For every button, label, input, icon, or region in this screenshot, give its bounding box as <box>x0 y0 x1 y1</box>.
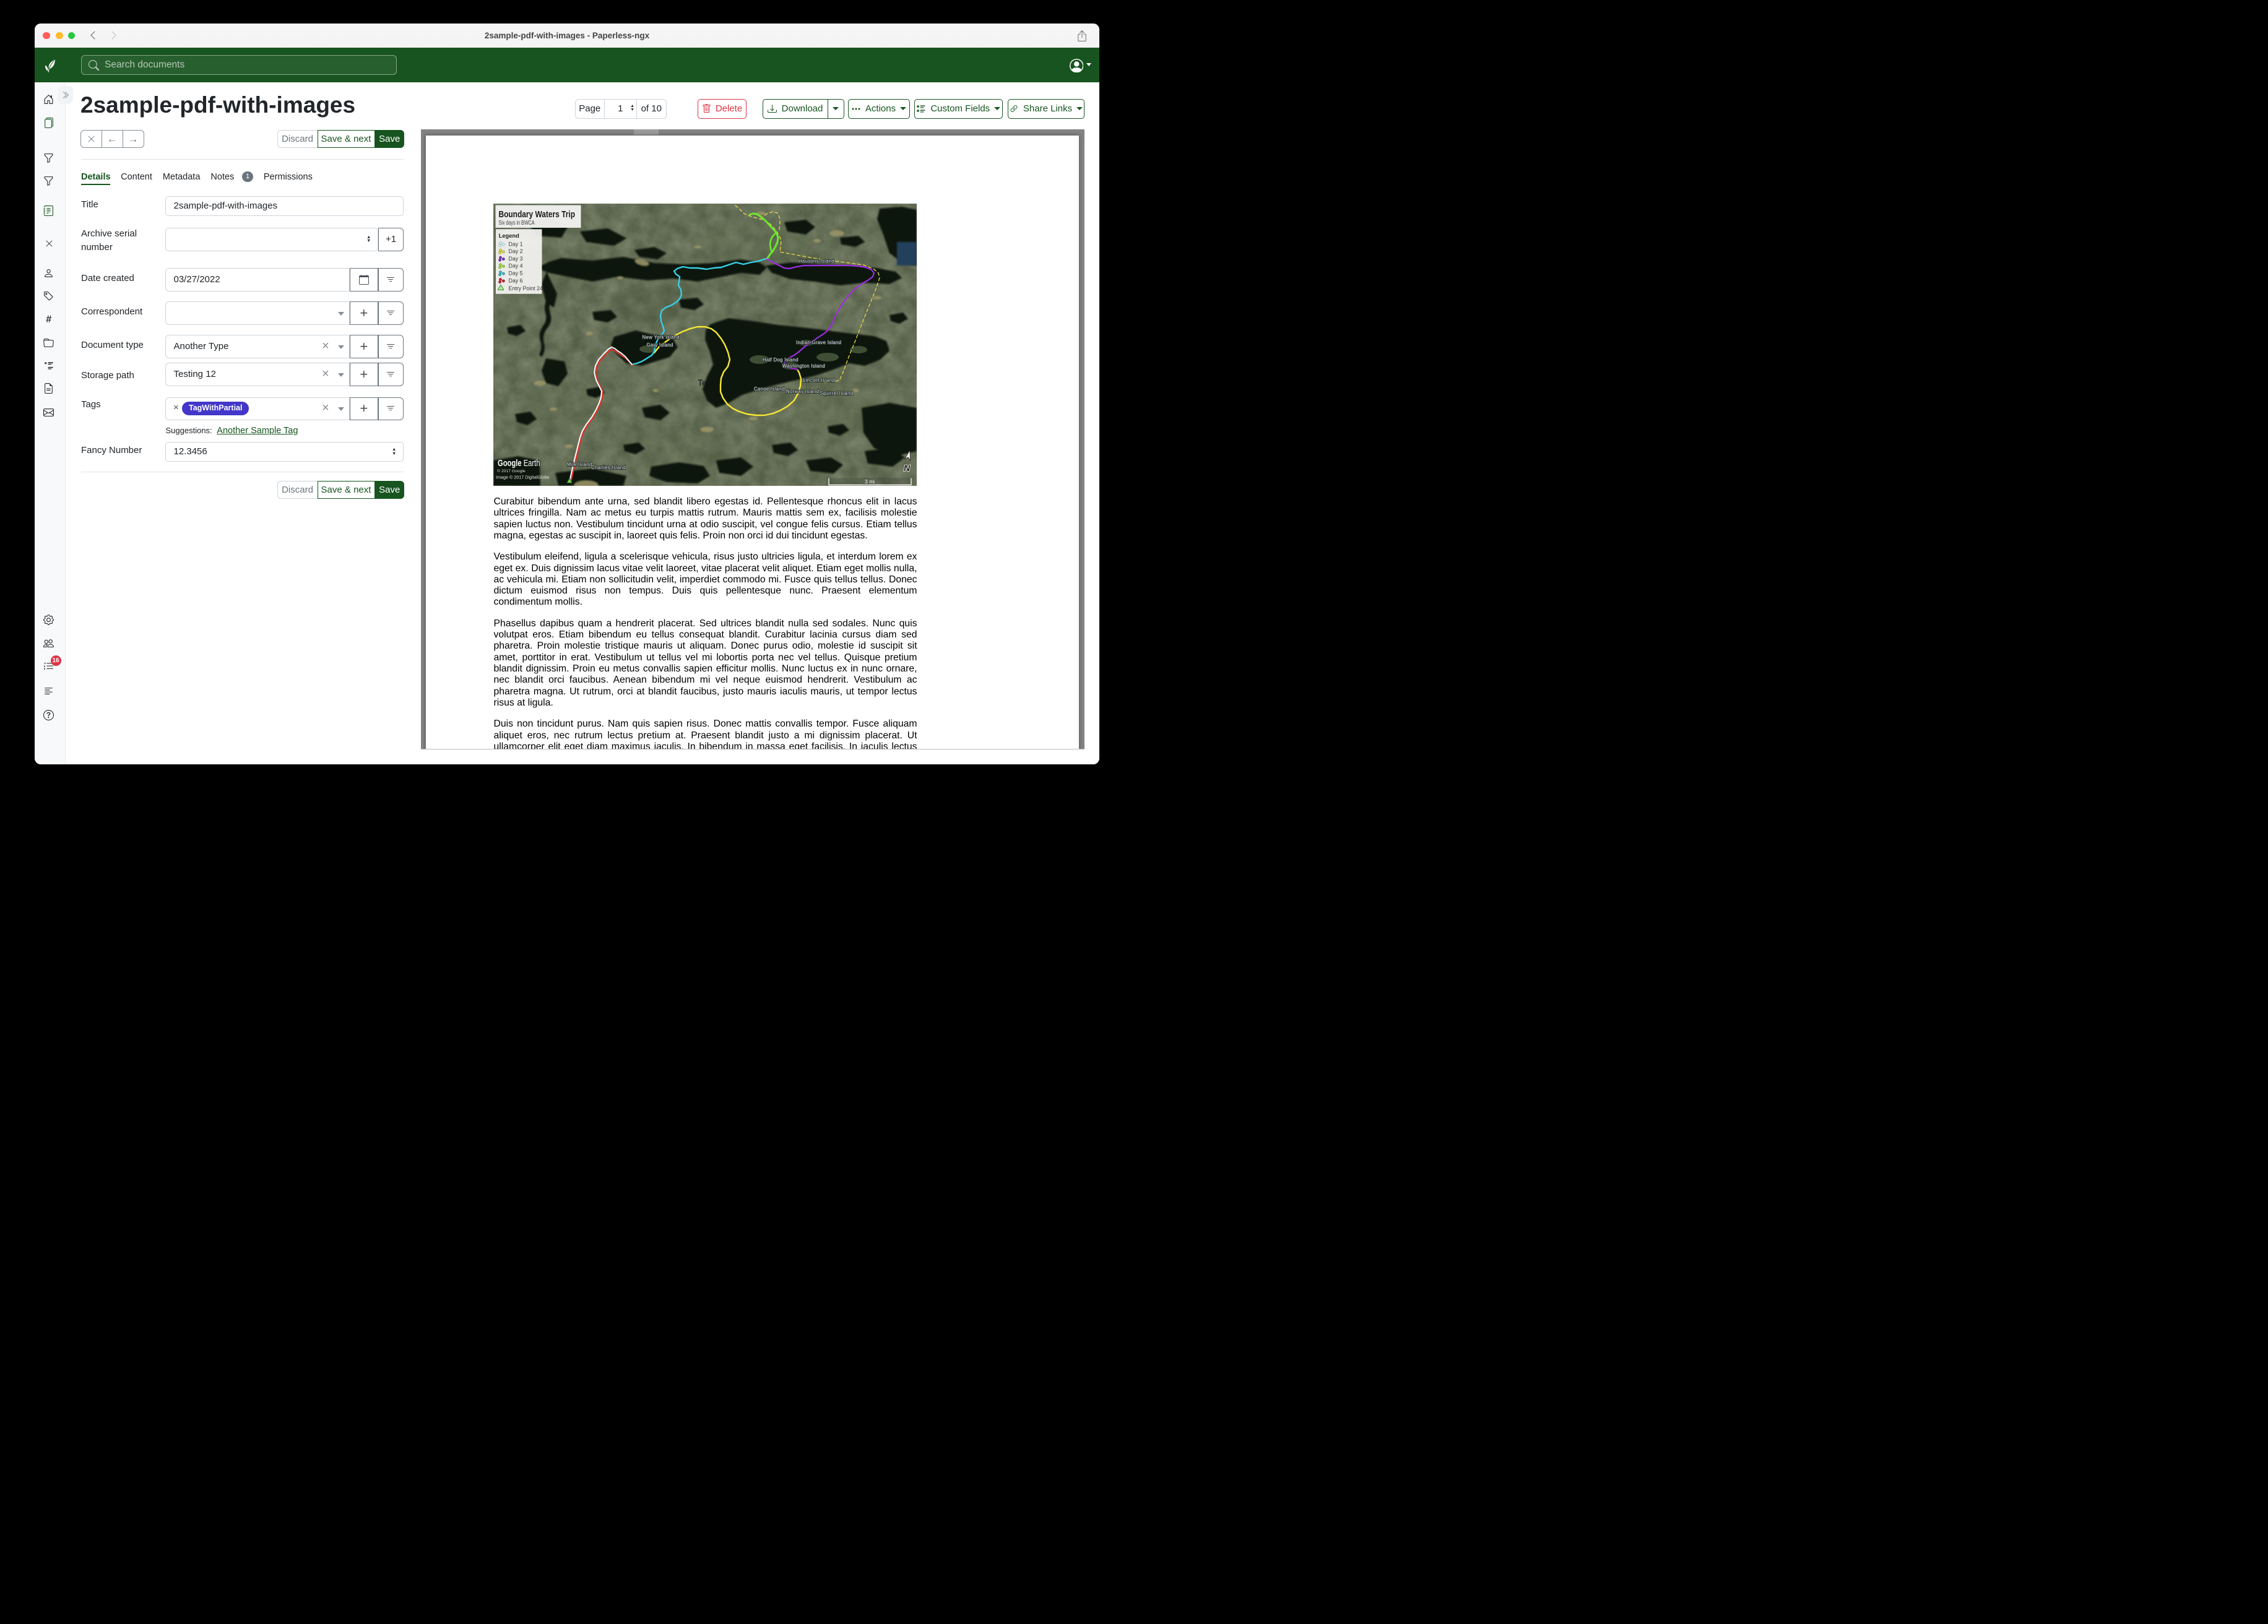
svg-text:Google Earth: Google Earth <box>498 459 540 469</box>
svg-text:Gary Island: Gary Island <box>647 342 673 348</box>
svg-text:Text: Text <box>698 378 714 387</box>
svg-text:N: N <box>904 463 911 473</box>
svg-text:Charlies Island: Charlies Island <box>591 465 626 470</box>
svg-text:Hausons Island: Hausons Island <box>799 258 834 264</box>
svg-text:Day 4: Day 4 <box>509 262 523 269</box>
svg-text:Image © 2017 DigitalGlobe: Image © 2017 DigitalGlobe <box>496 474 549 480</box>
svg-text:Lincoln Island: Lincoln Island <box>803 378 835 383</box>
svg-text:Washington Island: Washington Island <box>782 363 825 369</box>
svg-text:Indian Grave Island: Indian Grave Island <box>796 340 841 345</box>
svg-text:Day 3: Day 3 <box>509 255 523 261</box>
svg-text:Day 1: Day 1 <box>509 241 523 247</box>
svg-text:Day 6: Day 6 <box>509 277 523 283</box>
svg-text:New York Island: New York Island <box>643 334 680 340</box>
svg-text:Norway Island: Norway Island <box>786 389 819 394</box>
svg-text:Six days in BWCA: Six days in BWCA <box>499 219 535 227</box>
svg-text:Boundary Waters Trip: Boundary Waters Trip <box>499 209 576 220</box>
svg-text:Day 5: Day 5 <box>509 270 523 276</box>
svg-text:Canoe Island: Canoe Island <box>754 386 785 392</box>
svg-text:© 2017 Google: © 2017 Google <box>497 469 526 473</box>
svg-text:Half Dog Island: Half Dog Island <box>763 357 799 363</box>
svg-text:Mile Island: Mile Island <box>567 462 592 467</box>
svg-text:Entry Point 24: Entry Point 24 <box>509 285 543 291</box>
svg-text:Squirrel Island: Squirrel Island <box>820 391 853 396</box>
svg-text:3 mi: 3 mi <box>865 478 875 485</box>
svg-text:Day 2: Day 2 <box>509 248 523 254</box>
svg-text:Legend: Legend <box>499 233 519 239</box>
